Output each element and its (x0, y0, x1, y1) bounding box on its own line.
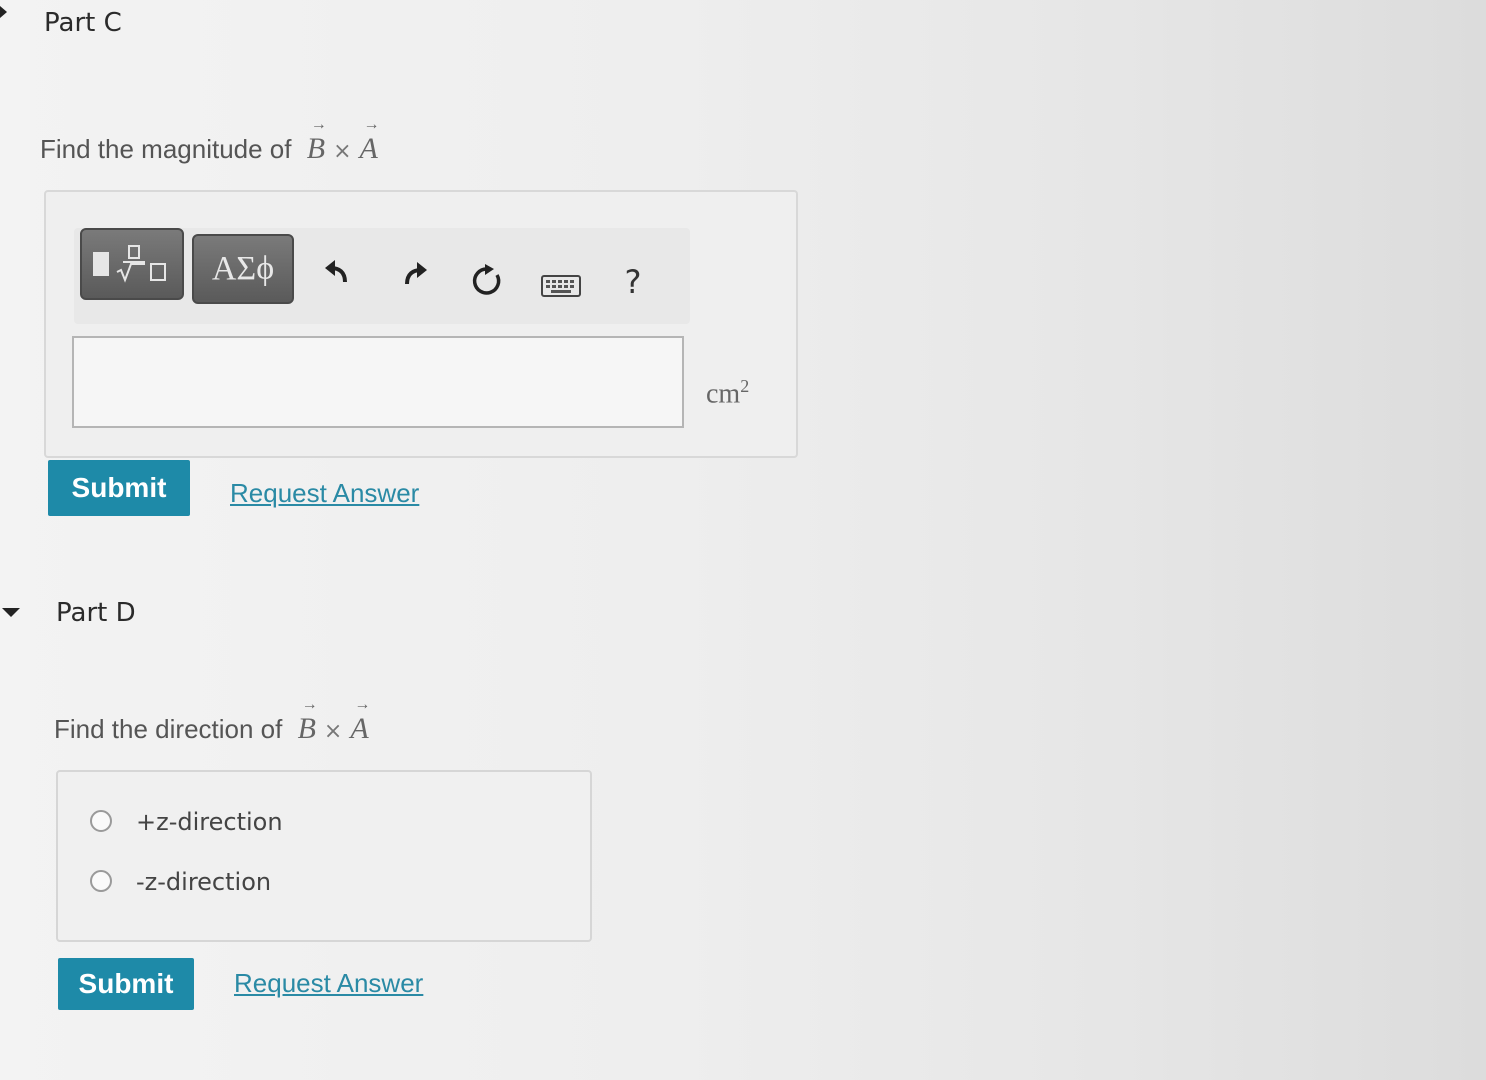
part-c-question-text: Find the magnitude of (40, 134, 292, 164)
direction-choices-panel (56, 770, 592, 942)
part-d-submit-button[interactable]: Submit (58, 958, 194, 1010)
part-c-submit-button[interactable]: Submit (48, 460, 190, 516)
templates-button[interactable] (80, 228, 184, 300)
undo-icon[interactable] (318, 252, 358, 292)
part-d-question: Find the direction of B× A (54, 696, 371, 746)
vector-a: A (350, 696, 370, 746)
radio-plus-z[interactable] (90, 810, 112, 832)
reset-icon[interactable] (466, 260, 508, 302)
radio-minus-z[interactable] (90, 870, 112, 892)
answer-input[interactable] (72, 336, 684, 428)
option-minus-z-label[interactable]: -z-direction (136, 868, 271, 896)
cross-operator: × (333, 139, 352, 164)
keyboard-icon[interactable] (540, 272, 582, 300)
answer-unit: cm2 (706, 376, 749, 410)
part-d-request-answer-link[interactable]: Request Answer (234, 968, 423, 999)
unit-base: cm (706, 378, 741, 410)
vector-b: B (298, 696, 318, 746)
vector-b: B (307, 116, 327, 166)
vector-a: A (360, 116, 380, 166)
part-d-expand-icon[interactable] (2, 608, 20, 617)
option-plus-z-label[interactable]: +z-direction (136, 808, 283, 836)
greek-symbols-button[interactable]: ΑΣϕ (192, 234, 294, 304)
part-c-question: Find the magnitude of B× A (40, 116, 380, 166)
part-c-request-answer-link[interactable]: Request Answer (230, 478, 419, 509)
part-c-title: Part C (44, 8, 122, 38)
help-button[interactable]: ? (618, 262, 648, 302)
part-d-title: Part D (56, 598, 136, 628)
redo-icon[interactable] (394, 254, 434, 294)
part-d-question-text: Find the direction of (54, 714, 283, 744)
fraction-sqrt-icon (93, 244, 171, 284)
unit-exponent: 2 (740, 376, 750, 396)
part-c-collapse-icon[interactable] (0, 6, 7, 18)
cross-operator: × (323, 719, 343, 744)
greek-symbols-label: ΑΣϕ (211, 250, 275, 287)
